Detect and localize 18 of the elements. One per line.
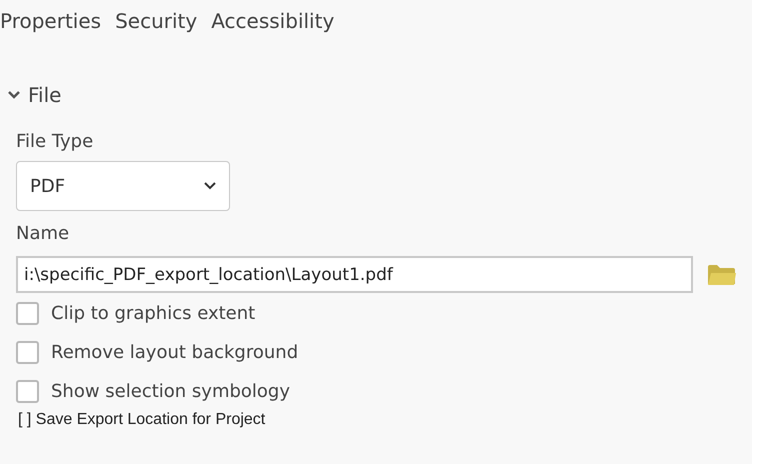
chevron-icon bbox=[204, 182, 216, 190]
tab[interactable]: Properties bbox=[0, 8, 102, 34]
checkbox-label: Show selection symbology bbox=[51, 380, 290, 404]
field-label: File Type bbox=[16, 130, 94, 154]
checkbox[interactable] bbox=[16, 341, 39, 364]
folder-icon[interactable] bbox=[707, 264, 737, 286]
file-type-dropdown[interactable]: PDF bbox=[16, 161, 230, 211]
note-text: [ ] Save Export Location for Project bbox=[18, 410, 266, 430]
checkbox[interactable] bbox=[16, 380, 39, 403]
section-header[interactable]: File bbox=[8, 82, 62, 108]
tab[interactable]: Security bbox=[115, 8, 198, 34]
chevron-icon bbox=[8, 91, 20, 99]
field-label: Name bbox=[16, 222, 70, 246]
tab[interactable]: Accessibility bbox=[211, 8, 334, 34]
checkbox[interactable] bbox=[16, 302, 39, 325]
name-field[interactable]: i:\specific_PDF_export_location\Layout1.pdf bbox=[16, 256, 693, 293]
checkbox-label: Clip to graphics extent bbox=[51, 302, 256, 326]
checkbox-label: Remove layout background bbox=[51, 340, 298, 364]
